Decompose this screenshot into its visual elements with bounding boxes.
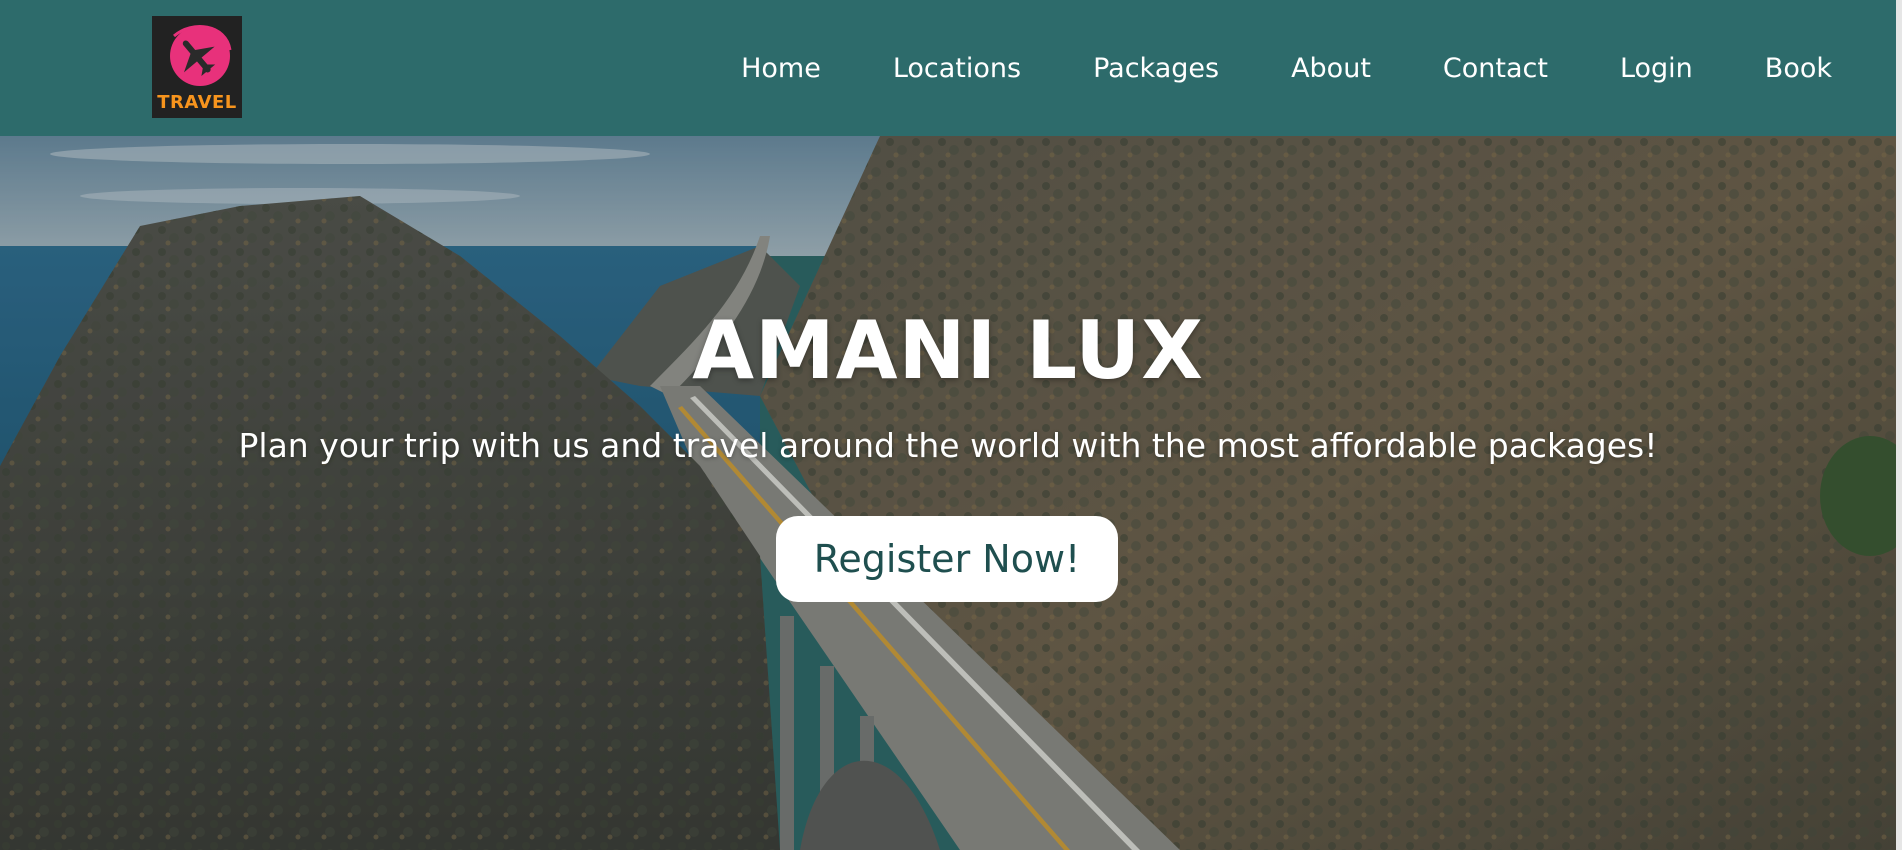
nav-link-locations[interactable]: Locations: [893, 53, 1021, 84]
hero-subtitle: Plan your trip with us and travel around…: [238, 426, 1658, 465]
landing-page: TRAVEL Home Locations Packages About Con…: [0, 0, 1902, 850]
page-scrollbar[interactable]: [1896, 0, 1902, 850]
nav-link-login[interactable]: Login: [1620, 53, 1693, 84]
nav-link-home[interactable]: Home: [741, 53, 821, 84]
main-nav: Home Locations Packages About Contact Lo…: [741, 0, 1832, 136]
hero-section: AMANI LUX Plan your trip with us and tra…: [0, 136, 1896, 850]
hero-content: AMANI LUX Plan your trip with us and tra…: [0, 136, 1896, 850]
nav-link-packages[interactable]: Packages: [1093, 53, 1219, 84]
hero-title: AMANI LUX: [692, 304, 1204, 397]
logo-text: TRAVEL: [157, 92, 237, 113]
nav-link-book[interactable]: Book: [1765, 53, 1832, 84]
top-navbar: TRAVEL Home Locations Packages About Con…: [0, 0, 1896, 136]
nav-link-about[interactable]: About: [1291, 53, 1371, 84]
site-logo[interactable]: TRAVEL: [152, 16, 242, 118]
register-now-button[interactable]: Register Now!: [776, 516, 1118, 602]
nav-link-contact[interactable]: Contact: [1443, 53, 1548, 84]
